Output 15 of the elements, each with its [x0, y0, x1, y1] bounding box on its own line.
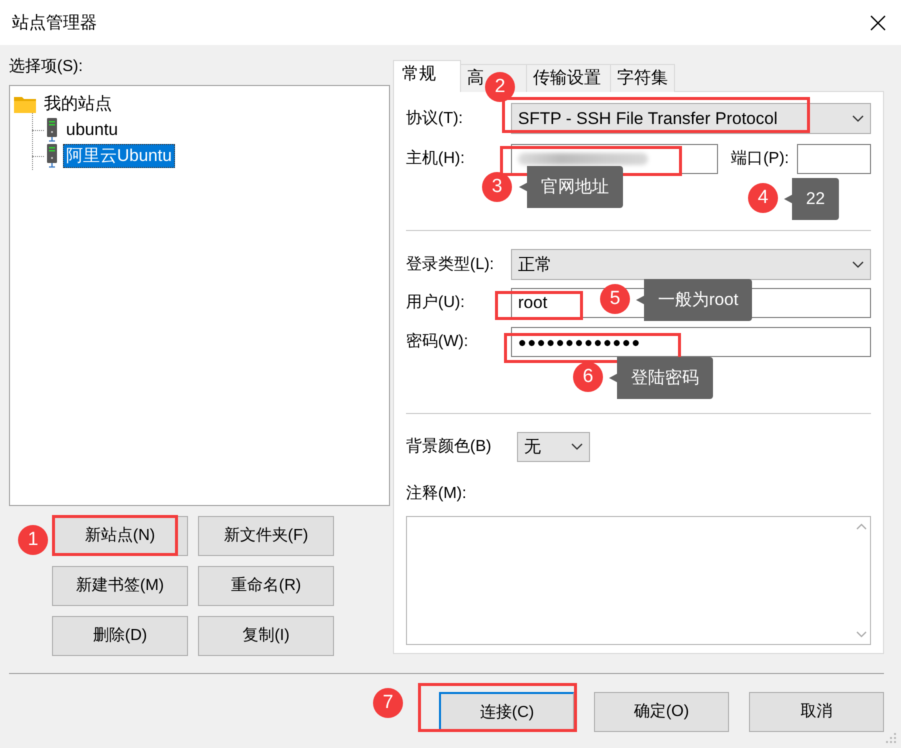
field-label: 端口(P): — [731, 148, 789, 169]
tree-label: 选择项(S): — [9, 57, 84, 77]
annotation-tooltip: 一般为root — [636, 279, 752, 321]
field-label: 协议(T): — [406, 108, 464, 128]
field-label: 登录类型(L): — [406, 254, 495, 274]
field-label: 背景颜色(B) — [406, 436, 492, 457]
field-label: 用户(U): — [406, 292, 466, 313]
field-label: 注释(M): — [406, 484, 466, 504]
field-label: 主机(H): — [406, 148, 466, 169]
step-number: 7 — [373, 688, 403, 718]
step-number: 1 — [18, 525, 48, 555]
annotation-tooltip: 官网地址 — [519, 166, 623, 208]
field-label: 密码(W): — [406, 332, 470, 352]
annotation-tooltip: 登陆密码 — [609, 357, 713, 399]
window-title: 站点管理器 — [12, 12, 97, 34]
